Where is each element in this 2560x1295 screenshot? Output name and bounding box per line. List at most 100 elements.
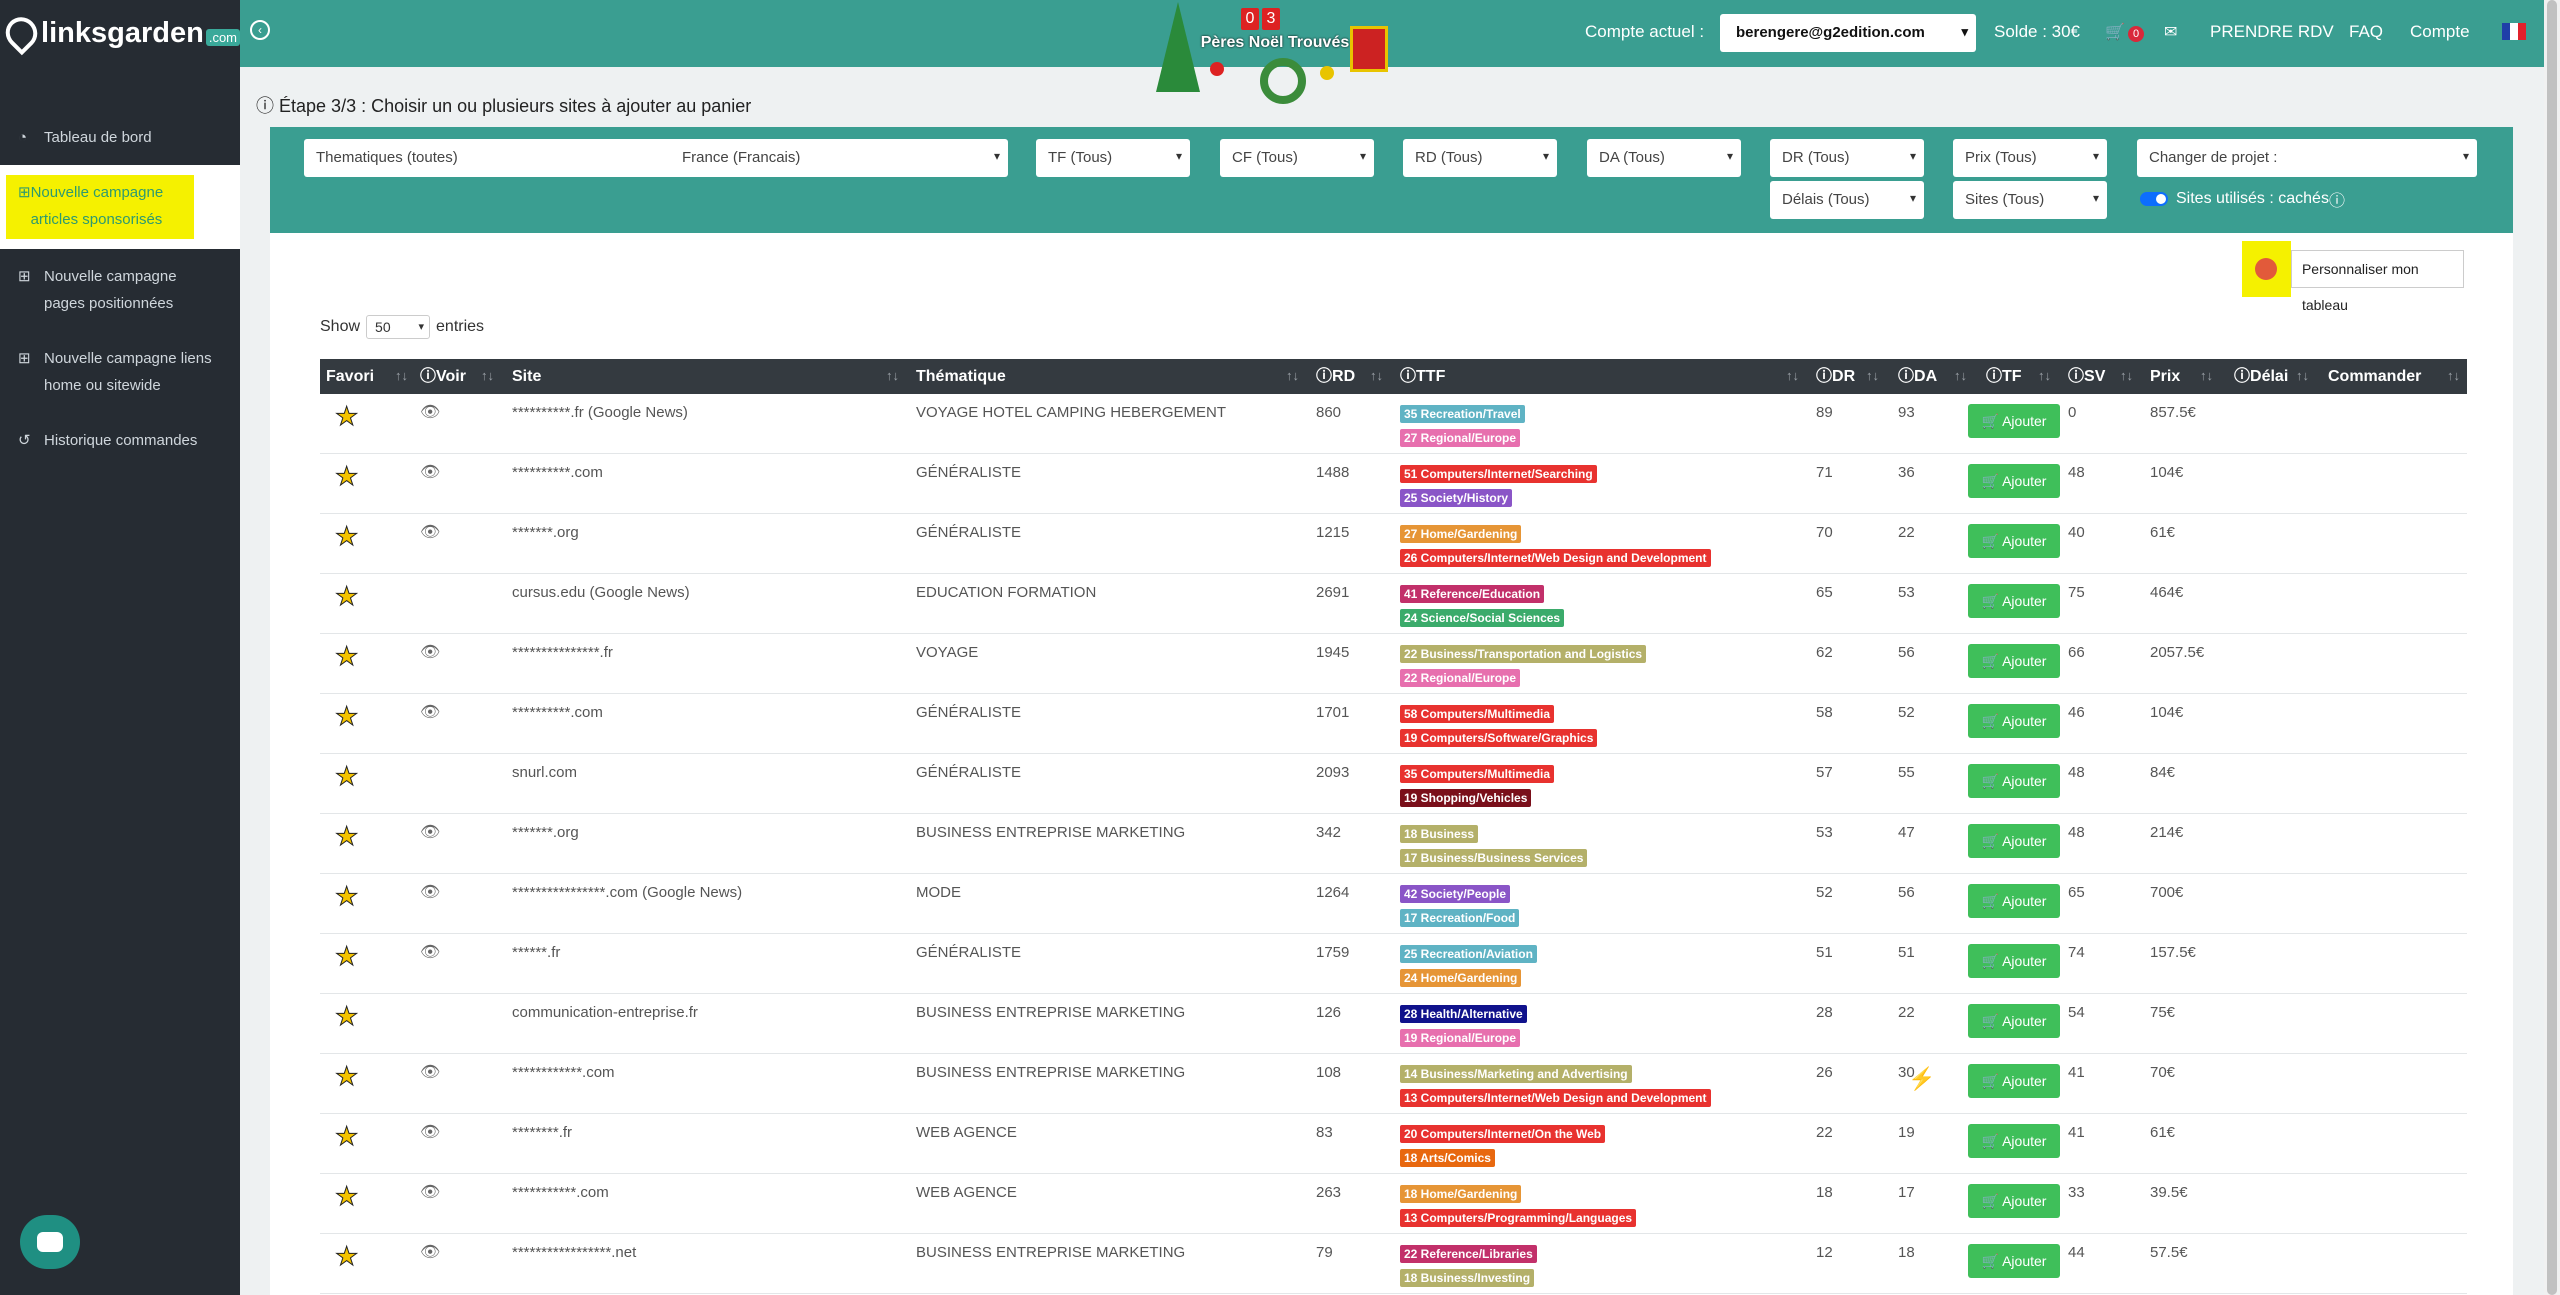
view-eye-icon[interactable]: 👁 [420, 702, 440, 722]
favorite-star-icon[interactable]: ★ [334, 703, 358, 730]
col-sv[interactable]: ⓘSV [2068, 359, 2105, 394]
favorite-star-icon[interactable]: ★ [334, 583, 358, 610]
col-ttf[interactable]: ⓘTTF [1400, 359, 1445, 394]
chat-button[interactable] [20, 1215, 80, 1269]
add-to-cart-button[interactable]: 🛒 Ajouter [1968, 704, 2060, 738]
add-to-cart-button[interactable]: 🛒 Ajouter [1968, 1064, 2060, 1098]
favorite-star-icon[interactable]: ★ [334, 883, 358, 910]
french-flag-icon[interactable] [2502, 23, 2526, 40]
sort-icon[interactable]: ↑↓ [2200, 359, 2213, 394]
add-to-cart-button[interactable]: 🛒 Ajouter [1968, 824, 2060, 858]
view-eye-icon[interactable]: 👁 [420, 642, 440, 662]
faq-link[interactable]: FAQ [2349, 22, 2383, 42]
sort-icon[interactable]: ↑↓ [1786, 359, 1799, 394]
favorite-star-icon[interactable]: ★ [334, 1123, 358, 1150]
add-to-cart-button[interactable]: 🛒 Ajouter [1968, 404, 2060, 438]
sidebar-item-sponsored[interactable]: ⊞ Nouvelle campagne articles sponsorisés [0, 165, 240, 249]
sidebar-item-dashboard[interactable]: ◔ Tableau de bord [0, 110, 240, 165]
tf-select[interactable]: TF (Tous) ▾ [1036, 139, 1190, 177]
favorite-star-icon[interactable]: ★ [334, 823, 358, 850]
col-dr[interactable]: ⓘDR [1816, 359, 1855, 394]
col-favori[interactable]: Favori [326, 359, 374, 394]
view-eye-icon[interactable]: 👁 [420, 942, 440, 962]
toggle-switch[interactable] [2140, 192, 2168, 206]
view-eye-icon[interactable]: 👁 [420, 882, 440, 902]
cf-select[interactable]: CF (Tous) ▾ [1220, 139, 1374, 177]
thematiques-select[interactable]: Thematiques (toutes)▾ [304, 139, 686, 177]
sort-icon[interactable]: ↑↓ [2296, 359, 2309, 394]
scrollbar-thumb[interactable] [2547, 0, 2557, 1295]
sort-icon[interactable]: ↑↓ [1286, 359, 1299, 394]
col-rd[interactable]: ⓘRD [1316, 359, 1355, 394]
view-eye-icon[interactable]: 👁 [420, 1062, 440, 1082]
add-to-cart-button[interactable]: 🛒 Ajouter [1968, 644, 2060, 678]
add-to-cart-button[interactable]: 🛒 Ajouter [1968, 1184, 2060, 1218]
delais-select[interactable]: Délais (Tous) ▾ [1770, 181, 1924, 219]
santa-icon[interactable] [2255, 258, 2278, 280]
col-voir[interactable]: ⓘVoir [420, 359, 466, 394]
col-thematique[interactable]: Thématique [916, 359, 1006, 394]
project-select[interactable]: Changer de projet : ▾ [2137, 139, 2477, 177]
book-appointment-link[interactable]: PRENDRE RDV [2210, 22, 2334, 42]
entries-select[interactable]: 50 ▾ [366, 315, 431, 339]
mail-icon[interactable]: ✉ [2164, 22, 2177, 42]
account-select[interactable]: berengere@g2edition.com ▾ [1720, 14, 1976, 52]
used-sites-toggle[interactable]: Sites utilisés : cachés ⓘ [2140, 187, 2345, 211]
christmas-promo-banner[interactable]: 0 3 Pères Noël Trouvés [1150, 0, 1400, 110]
sort-icon[interactable]: ↑↓ [2120, 359, 2133, 394]
sort-icon[interactable]: ↑↓ [2038, 359, 2051, 394]
brand-logo[interactable]: linksgarden .com [0, 0, 240, 66]
col-da[interactable]: ⓘDA [1898, 359, 1937, 394]
da-select[interactable]: DA (Tous) ▾ [1587, 139, 1741, 177]
view-eye-icon[interactable]: 👁 [420, 522, 440, 542]
favorite-star-icon[interactable]: ★ [334, 403, 358, 430]
col-delai[interactable]: ⓘDélai [2234, 359, 2288, 394]
sort-icon[interactable]: ↑↓ [1954, 359, 1967, 394]
col-tf[interactable]: ⓘTF [1986, 359, 2022, 394]
add-to-cart-button[interactable]: 🛒 Ajouter [1968, 1004, 2060, 1038]
favorite-star-icon[interactable]: ★ [334, 643, 358, 670]
rd-select[interactable]: RD (Tous) ▾ [1403, 139, 1557, 177]
view-eye-icon[interactable]: 👁 [420, 462, 440, 482]
dr-select[interactable]: DR (Tous) ▾ [1770, 139, 1924, 177]
sort-icon[interactable]: ↑↓ [481, 359, 494, 394]
view-eye-icon[interactable]: 👁 [420, 1242, 440, 1262]
sort-icon[interactable]: ↑↓ [2447, 359, 2460, 394]
sidebar-item-history[interactable]: ↺ Historique commandes [0, 413, 240, 468]
favorite-star-icon[interactable]: ★ [334, 463, 358, 490]
add-to-cart-button[interactable]: 🛒 Ajouter [1968, 1244, 2060, 1278]
sidebar-item-home-links[interactable]: ⊞ Nouvelle campagne liens home ou sitewi… [0, 331, 240, 413]
collapse-sidebar-icon[interactable]: ‹ [250, 20, 270, 40]
cart-icon[interactable]: 🛒 [2105, 22, 2125, 42]
favorite-star-icon[interactable]: ★ [334, 763, 358, 790]
favorite-star-icon[interactable]: ★ [334, 943, 358, 970]
favorite-star-icon[interactable]: ★ [334, 1003, 358, 1030]
add-to-cart-button[interactable]: 🛒 Ajouter [1968, 464, 2060, 498]
customize-table-button[interactable]: Personnaliser mon tableau [2242, 241, 2464, 313]
add-to-cart-button[interactable]: 🛒 Ajouter [1968, 884, 2060, 918]
favorite-star-icon[interactable]: ★ [334, 1183, 358, 1210]
account-link[interactable]: Compte [2410, 22, 2470, 42]
view-eye-icon[interactable]: 👁 [420, 402, 440, 422]
view-eye-icon[interactable]: 👁 [420, 822, 440, 842]
country-select[interactable]: France (Francais) ▾ [670, 139, 1008, 177]
favorite-star-icon[interactable]: ★ [334, 1243, 358, 1270]
add-to-cart-button[interactable]: 🛒 Ajouter [1968, 524, 2060, 558]
sort-icon[interactable]: ↑↓ [886, 359, 899, 394]
col-site[interactable]: Site [512, 359, 541, 394]
add-to-cart-button[interactable]: 🛒 Ajouter [1968, 584, 2060, 618]
prix-select[interactable]: Prix (Tous) ▾ [1953, 139, 2107, 177]
sites-select[interactable]: Sites (Tous) ▾ [1953, 181, 2107, 219]
add-to-cart-button[interactable]: 🛒 Ajouter [1968, 944, 2060, 978]
sort-icon[interactable]: ↑↓ [1866, 359, 1879, 394]
view-eye-icon[interactable]: 👁 [420, 1182, 440, 1202]
favorite-star-icon[interactable]: ★ [334, 523, 358, 550]
add-to-cart-button[interactable]: 🛒 Ajouter [1968, 764, 2060, 798]
favorite-star-icon[interactable]: ★ [334, 1063, 358, 1090]
col-prix[interactable]: Prix [2150, 359, 2180, 394]
sidebar-item-positioned-pages[interactable]: ⊞ Nouvelle campagne pages positionnées [0, 249, 240, 331]
page-scrollbar[interactable] [2544, 0, 2560, 1295]
sort-icon[interactable]: ↑↓ [395, 359, 408, 394]
sort-icon[interactable]: ↑↓ [1370, 359, 1383, 394]
add-to-cart-button[interactable]: 🛒 Ajouter [1968, 1124, 2060, 1158]
